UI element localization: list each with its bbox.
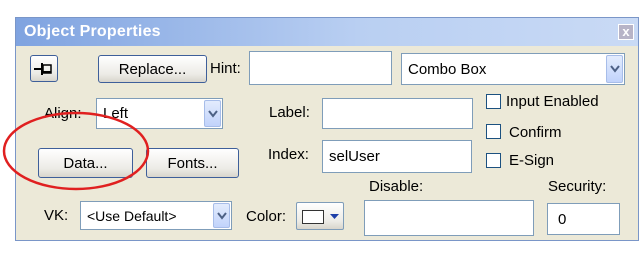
confirm-checkbox[interactable] [486, 124, 501, 139]
index-label: Index: [268, 146, 309, 163]
hint-input[interactable] [249, 51, 392, 85]
disable-input[interactable] [364, 200, 534, 236]
input-enabled-checkbox[interactable] [486, 94, 501, 109]
e-sign-checkbox[interactable] [486, 153, 501, 168]
color-picker-button[interactable] [296, 202, 344, 230]
align-dropdown-button[interactable] [204, 100, 221, 127]
chevron-down-icon [208, 109, 218, 118]
close-icon: x [622, 24, 630, 39]
color-label: Color: [246, 208, 287, 225]
hint-label: Hint: [210, 60, 241, 77]
window-title: Object Properties [24, 23, 161, 40]
object-type-dropdown-button[interactable] [606, 55, 623, 83]
pin-icon [34, 63, 52, 75]
close-button[interactable]: x [618, 24, 634, 40]
object-type-select[interactable]: Combo Box [401, 53, 625, 85]
index-input[interactable]: selUser [322, 140, 472, 173]
fonts-button[interactable]: Fonts... [146, 148, 239, 178]
disable-label: Disable: [369, 178, 424, 195]
confirm-label: Confirm [509, 124, 562, 141]
security-label: Security: [548, 178, 607, 195]
label-input[interactable] [322, 98, 473, 129]
security-value: 0 [558, 211, 567, 228]
caret-down-icon [330, 214, 339, 219]
vk-select[interactable]: <Use Default> [80, 201, 232, 230]
replace-button[interactable]: Replace... [98, 55, 207, 83]
e-sign-label: E-Sign [509, 152, 555, 169]
label-field-label: Label: [269, 104, 310, 121]
vk-label: VK: [44, 207, 69, 224]
chevron-down-icon [217, 211, 227, 220]
replace-button-label: Replace... [118, 61, 187, 78]
vk-dropdown-button[interactable] [213, 203, 230, 228]
chevron-down-icon [610, 65, 620, 73]
color-swatch [302, 210, 324, 224]
security-input[interactable]: 0 [547, 203, 620, 235]
input-enabled-label: Input Enabled [506, 93, 599, 110]
fonts-button-label: Fonts... [167, 155, 218, 172]
title-bar[interactable]: Object Properties x [16, 18, 638, 46]
vk-value: <Use Default> [87, 208, 177, 224]
annotation-circle [2, 111, 150, 191]
object-type-value: Combo Box [408, 61, 487, 78]
pin-button[interactable] [30, 55, 58, 82]
index-value: selUser [329, 148, 380, 165]
